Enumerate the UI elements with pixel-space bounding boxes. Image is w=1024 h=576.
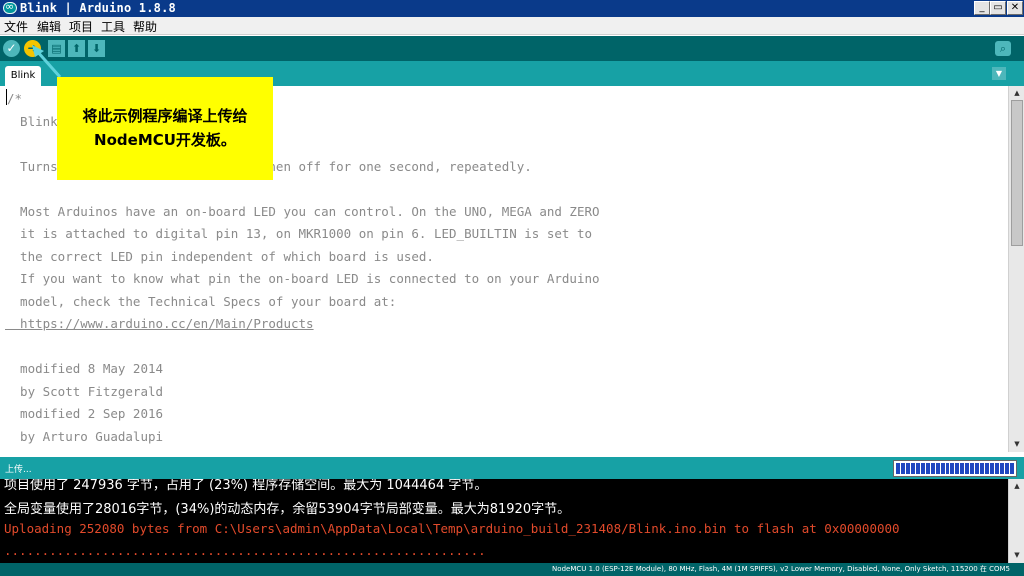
chevron-down-icon: ▼ [995, 69, 1003, 78]
scroll-down-icon[interactable]: ▼ [1011, 438, 1023, 450]
progress-segment [915, 463, 920, 474]
title-bar: Blink | Arduino 1.8.8 _ ▭ ✕ [0, 0, 1024, 17]
board-info-bar: NodeMCU 1.0 (ESP-12E Module), 80 MHz, Fl… [0, 563, 1024, 576]
progress-segment [930, 463, 935, 474]
console-line: 全局变量使用了28016字节，(34%)的动态内存，余留53904字节局部变量。… [4, 502, 571, 517]
arrow-down-icon: ⬇ [91, 42, 102, 55]
editor-scrollbar[interactable]: ▲ ▼ [1008, 86, 1024, 452]
code-line: the correct LED pin independent of which… [5, 248, 434, 264]
scroll-up-icon[interactable]: ▲ [1011, 87, 1023, 99]
progress-segment [910, 463, 915, 474]
code-line: by Scott Fitzgerald [5, 383, 164, 399]
close-button[interactable]: ✕ [1007, 1, 1023, 15]
scroll-down-icon[interactable]: ▼ [1011, 549, 1023, 561]
progress-segment [920, 463, 925, 474]
progress-segment [965, 463, 970, 474]
code-line: modified 2 Sep 2016 [5, 406, 164, 421]
code-line: Most Arduinos have an on-board LED you c… [5, 203, 600, 219]
progress-segment [945, 463, 950, 474]
progress-segment [990, 463, 995, 474]
code-line: If you want to know what pin the on-boar… [5, 271, 600, 286]
arrow-up-icon: ⬆ [71, 42, 82, 55]
progress-segment [950, 463, 955, 474]
progress-segment [935, 463, 940, 474]
maximize-button[interactable]: ▭ [990, 1, 1006, 15]
callout-line-1: 将此示例程序编译上传给 [82, 107, 248, 125]
window-title: Blink | Arduino 1.8.8 [20, 1, 176, 15]
text-caret [6, 89, 7, 105]
code-line: by Arturo Guadalupi [5, 428, 164, 444]
console-output[interactable]: 项目使用了 247936 字节，占用了 (23%) 程序存储空间。最大为 104… [0, 479, 1008, 563]
status-text: 上传... [5, 465, 32, 475]
menu-bar: 文件 编辑 项目 工具 帮助 [0, 17, 1024, 35]
progress-segment [1004, 463, 1009, 474]
products-link[interactable]: https://www.arduino.cc/en/Main/Products [5, 313, 600, 336]
code-line: it is attached to digital pin 13, on MKR… [5, 226, 592, 241]
magnifier-icon: ⌕ [999, 42, 1007, 55]
board-info-text: NodeMCU 1.0 (ESP-12E Module), 80 MHz, Fl… [552, 565, 1010, 573]
progress-segment [900, 463, 905, 474]
progress-segment [940, 463, 945, 474]
progress-segment [925, 463, 930, 474]
verify-button[interactable]: ✓ [3, 40, 20, 57]
console-line: ........................................… [4, 543, 486, 558]
progress-segment [905, 463, 910, 474]
scrollbar-thumb[interactable] [1011, 100, 1023, 246]
upload-progress-bar [893, 460, 1017, 477]
code-line: modified 8 May 2014 [5, 361, 164, 376]
progress-segment [960, 463, 965, 474]
open-button[interactable]: ⬆ [68, 40, 85, 57]
menu-edit[interactable]: 编辑 [37, 18, 61, 35]
menu-tools[interactable]: 工具 [101, 18, 125, 35]
menu-sketch[interactable]: 项目 [69, 18, 93, 35]
progress-segment [995, 463, 1000, 474]
progress-segment [970, 463, 975, 474]
scroll-up-icon[interactable]: ▲ [1011, 480, 1023, 492]
progress-segment [1009, 463, 1014, 474]
progress-segment [975, 463, 980, 474]
instruction-callout: 将此示例程序编译上传给 NodeMCU开发板。 [57, 77, 273, 180]
menu-file[interactable]: 文件 [4, 18, 28, 35]
console-line: 项目使用了 247936 字节，占用了 (23%) 程序存储空间。最大为 104… [4, 479, 488, 493]
check-icon: ✓ [6, 41, 17, 55]
console-line: Uploading 252080 bytes from C:\Users\adm… [4, 521, 900, 536]
console-scrollbar[interactable]: ▲ ▼ [1008, 479, 1024, 563]
toolbar: ✓ ➜ ▤ ⬆ ⬇ [0, 36, 1024, 61]
tab-menu-button[interactable]: ▼ [992, 67, 1006, 80]
progress-segment [955, 463, 960, 474]
minimize-button[interactable]: _ [974, 1, 990, 15]
menu-help[interactable]: 帮助 [133, 18, 157, 35]
progress-segment [985, 463, 990, 474]
status-bar: 上传... [0, 457, 1024, 479]
arduino-logo-icon [3, 0, 17, 14]
code-line: model, check the Technical Specs of your… [5, 293, 397, 309]
callout-line-2: NodeMCU开发板。 [94, 131, 236, 149]
progress-segment [896, 463, 900, 474]
serial-monitor-button[interactable]: ⌕ [995, 41, 1011, 56]
progress-segment [1000, 463, 1004, 474]
save-button[interactable]: ⬇ [88, 40, 105, 57]
progress-segment [980, 463, 985, 474]
